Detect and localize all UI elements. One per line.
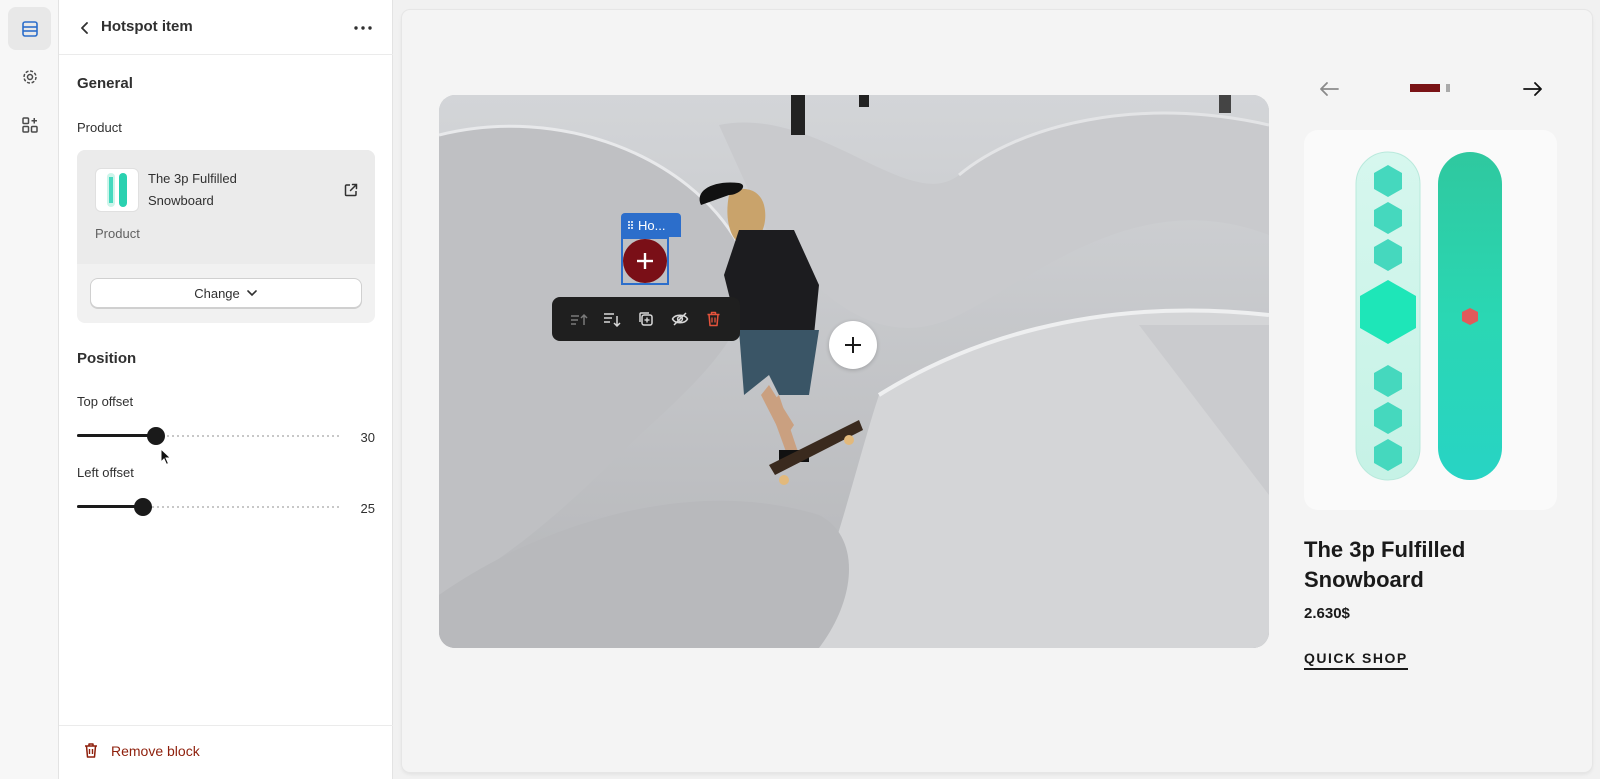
top-offset-label: Top offset	[77, 394, 134, 409]
product-price: 2.630$	[1304, 605, 1350, 622]
product-summary: The 3p Fulfilled Snowboard Product	[77, 150, 375, 264]
remove-block-button[interactable]: Remove block	[83, 742, 200, 759]
delete-icon[interactable]	[700, 306, 726, 332]
panel-title: Hotspot item	[101, 18, 193, 35]
product-name: The 3p Fulfilled Snowboard	[148, 171, 237, 208]
pagination-bar[interactable]	[1446, 84, 1450, 92]
chevron-down-icon	[246, 290, 257, 297]
move-down-icon[interactable]	[599, 306, 625, 332]
panel-footer: Remove block	[59, 725, 393, 779]
back-icon[interactable]	[73, 16, 97, 40]
arrow-right-icon[interactable]	[1520, 76, 1546, 102]
apps-icon[interactable]	[8, 103, 51, 146]
settings-icon[interactable]	[8, 55, 51, 98]
sections-icon[interactable]	[8, 7, 51, 50]
slider-pagination	[1410, 84, 1450, 92]
more-options-icon[interactable]	[349, 16, 377, 40]
block-toolbar	[552, 297, 740, 341]
hotspot-block-label[interactable]: Ho...	[621, 213, 681, 237]
drag-handle-icon	[628, 221, 633, 229]
slider-handle[interactable]	[134, 498, 152, 516]
product-thumbnail	[95, 168, 139, 212]
general-heading: General	[77, 75, 133, 92]
left-offset-label: Left offset	[77, 465, 134, 480]
selected-hotspot[interactable]	[621, 237, 669, 285]
left-offset-slider[interactable]	[77, 497, 341, 517]
product-type: Product	[95, 226, 140, 241]
pagination-bar-active[interactable]	[1410, 84, 1440, 92]
duplicate-icon[interactable]	[633, 306, 659, 332]
hotspot-label-text: Ho...	[638, 217, 666, 233]
editor-rail	[0, 0, 59, 779]
top-offset-value: 30	[360, 430, 375, 445]
external-link-icon[interactable]	[341, 180, 361, 200]
product-picker-card: The 3p Fulfilled Snowboard Product Chang…	[77, 150, 375, 323]
hotspot-plus-icon[interactable]	[829, 321, 877, 369]
quick-shop-button[interactable]: QUICK SHOP	[1304, 650, 1408, 670]
change-button-label: Change	[194, 285, 240, 301]
change-product-button[interactable]: Change	[90, 278, 362, 308]
product-label: Product	[77, 120, 122, 135]
panel-header: Hotspot item	[59, 0, 393, 55]
position-heading: Position	[77, 350, 137, 367]
left-offset-value: 25	[360, 501, 375, 516]
hotspot-plus-icon[interactable]	[623, 239, 667, 283]
top-offset-slider[interactable]	[77, 426, 341, 446]
slider-fill	[77, 434, 156, 437]
remove-block-label: Remove block	[111, 742, 200, 759]
mouse-cursor-icon	[160, 448, 172, 466]
product-image[interactable]	[1304, 130, 1557, 510]
hide-icon[interactable]	[667, 306, 693, 332]
product-title[interactable]: The 3p Fulfilled Snowboard	[1304, 535, 1564, 595]
hero-image	[439, 95, 1269, 648]
move-up-icon[interactable]	[566, 306, 592, 332]
settings-panel: Hotspot item General Product The 3p Fulf…	[59, 0, 393, 779]
slider-handle[interactable]	[147, 427, 165, 445]
arrow-left-icon[interactable]	[1316, 76, 1342, 102]
trash-icon	[85, 743, 97, 758]
